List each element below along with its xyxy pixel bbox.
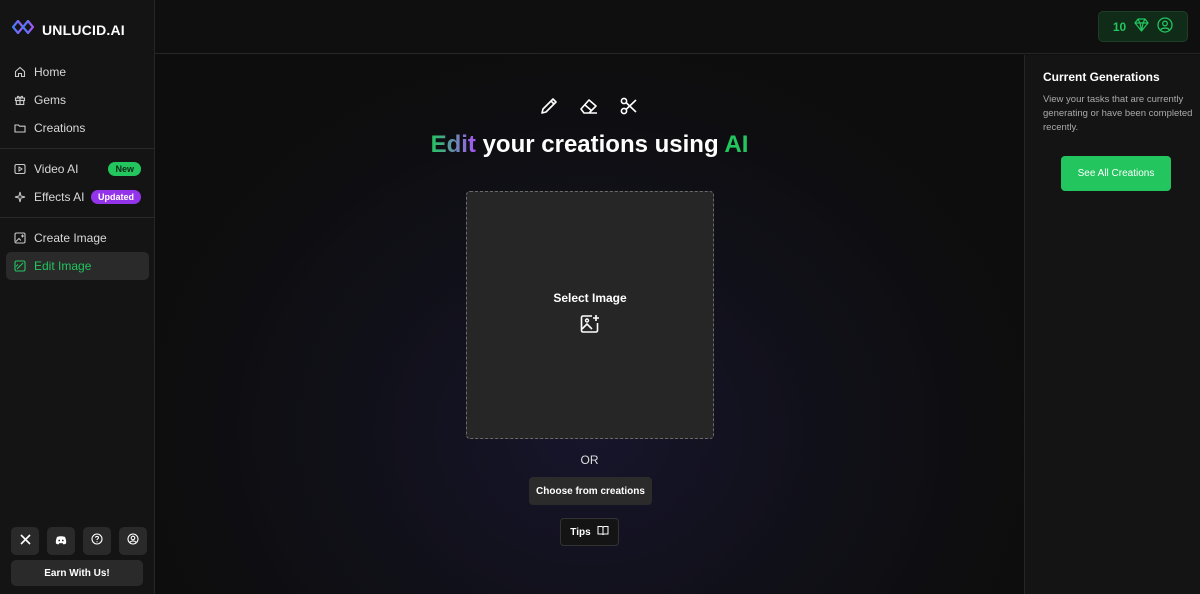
sidebar-item-edit-image[interactable]: Edit Image (6, 252, 149, 280)
image-dropzone[interactable]: Select Image (466, 191, 714, 439)
sidebar-item-label: Home (34, 65, 67, 79)
logo-icon (11, 19, 35, 39)
folder-icon (14, 122, 26, 134)
sidebar-item-label: Video AI (34, 162, 79, 176)
earn-with-us-button[interactable]: Earn With Us! (11, 560, 143, 586)
page-title: Edit your creations using AI (155, 131, 1024, 159)
sidebar-item-create-image[interactable]: Create Image (6, 224, 149, 252)
discord-button[interactable] (47, 527, 75, 555)
dropzone-label: Select Image (553, 290, 627, 305)
home-icon (14, 66, 26, 78)
account-button[interactable] (119, 527, 147, 555)
sidebar-item-effects-ai[interactable]: Effects AI Updated (6, 183, 149, 211)
image-add-icon (579, 313, 601, 340)
sidebar-item-label: Effects AI (34, 190, 85, 204)
current-generations-panel: Current Generations View your tasks that… (1024, 55, 1200, 594)
sidebar: UNLUCID.AI Home Gems Creations Video AI … (0, 0, 155, 594)
choose-from-creations-button[interactable]: Choose from creations (529, 477, 652, 505)
title-middle: your creations using (475, 131, 725, 158)
tips-label: Tips (570, 526, 591, 538)
sidebar-nav: Home Gems Creations Video AI New Effects… (0, 58, 155, 280)
sidebar-item-video-ai[interactable]: Video AI New (6, 155, 149, 183)
sidebar-item-home[interactable]: Home (6, 58, 149, 86)
sidebar-item-label: Gems (34, 93, 67, 107)
gem-icon (1134, 18, 1149, 35)
see-all-creations-button[interactable]: See All Creations (1061, 156, 1171, 191)
panel-description: View your tasks that are currently gener… (1043, 94, 1193, 133)
new-badge: New (108, 162, 141, 176)
x-icon (19, 532, 31, 550)
title-ai-word: AI (724, 131, 749, 158)
social-links (11, 527, 147, 555)
edit-image-main: Edit your creations using AI Select Imag… (155, 55, 1024, 594)
profile-icon[interactable] (1157, 17, 1173, 36)
sidebar-item-creations[interactable]: Creations (6, 114, 149, 142)
pencil-icon[interactable] (538, 95, 560, 117)
title-edit-word: Edit (430, 131, 476, 158)
sidebar-item-label: Edit Image (34, 259, 92, 273)
help-icon (91, 532, 103, 550)
app-root: UNLUCID.AI Home Gems Creations Video AI … (0, 0, 1200, 594)
sidebar-item-gems[interactable]: Gems (6, 86, 149, 114)
nav-divider (0, 148, 155, 149)
panel-title: Current Generations (1043, 70, 1160, 84)
user-icon (127, 532, 139, 550)
help-button[interactable] (83, 527, 111, 555)
brand-logo[interactable]: UNLUCID.AI (11, 19, 125, 39)
sparkles-icon (14, 191, 26, 203)
brand-name: UNLUCID.AI (42, 21, 125, 38)
nav-divider (0, 217, 155, 218)
eraser-icon[interactable] (578, 95, 600, 117)
x-button[interactable] (11, 527, 39, 555)
discord-icon (55, 532, 67, 550)
tips-button[interactable]: Tips (560, 518, 619, 546)
book-icon (597, 525, 609, 539)
gem-balance[interactable]: 10 (1098, 11, 1188, 42)
image-plus-icon (14, 232, 26, 244)
edit-tools (538, 95, 640, 117)
video-icon (14, 163, 26, 175)
top-bar: 10 (155, 0, 1200, 54)
scissors-icon[interactable] (618, 95, 640, 117)
sidebar-item-label: Creations (34, 121, 86, 135)
sidebar-item-label: Create Image (34, 231, 107, 245)
gem-count: 10 (1112, 19, 1127, 34)
or-separator: OR (580, 453, 599, 467)
gift-icon (14, 94, 26, 106)
image-edit-icon (14, 260, 26, 272)
updated-badge: Updated (91, 190, 141, 204)
